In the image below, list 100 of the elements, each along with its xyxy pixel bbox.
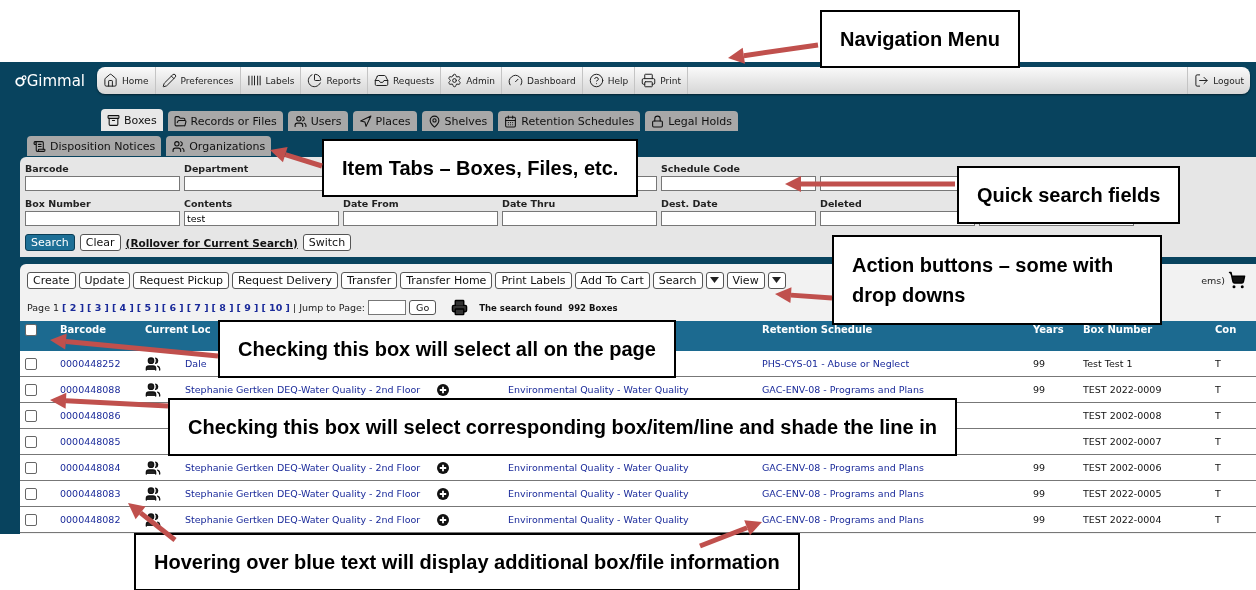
location-link[interactable]: Stephanie Gertken DEQ-Water Quality - 2nd Floor <box>185 462 421 473</box>
department-link[interactable]: Environmental Quality - Water Quality <box>508 384 689 395</box>
item-tab[interactable]: Disposition Notices <box>27 136 162 156</box>
select-all-checkbox[interactable] <box>25 324 37 336</box>
row-checkbox[interactable] <box>25 383 37 396</box>
item-tab[interactable]: Shelves <box>421 111 494 131</box>
action-button[interactable]: Transfer <box>340 271 398 289</box>
dropdown-button[interactable] <box>767 271 786 289</box>
item-tab[interactable]: Records or Files <box>167 111 283 131</box>
retention-link[interactable]: GAC-ENV-08 - Programs and Plans <box>762 514 924 525</box>
department-link[interactable]: Environmental Quality - Water Quality <box>508 514 689 525</box>
action-button[interactable]: Update <box>78 271 131 289</box>
page-link[interactable]: [ 9 ] <box>236 302 259 313</box>
barcode-link[interactable]: 0000448252 <box>60 358 121 369</box>
row-checkbox[interactable] <box>25 357 37 370</box>
table-cell-text: T <box>1215 488 1221 499</box>
column-header: Con <box>1215 324 1237 335</box>
retention-link[interactable]: GAC-ENV-08 - Programs and Plans <box>762 462 924 473</box>
logout-button[interactable]: Logout <box>1187 67 1250 94</box>
page-link[interactable]: [ 10 ] <box>261 302 290 313</box>
action-button[interactable]: Add To Cart <box>574 271 650 289</box>
department-link[interactable]: Environmental Quality - Water Quality <box>508 488 689 499</box>
search-field[interactable] <box>25 176 180 191</box>
retention-link[interactable]: PHS-CYS-01 - Abuse or Neglect <box>762 358 910 369</box>
annotation-tooltip: Checking this box will select all on the page <box>218 320 676 378</box>
row-checkbox[interactable] <box>25 513 37 526</box>
page-link[interactable]: [ 6 ] <box>161 302 184 313</box>
item-tab[interactable]: Retention Schedules <box>498 111 641 131</box>
pointer-arrow <box>270 147 323 169</box>
barcode-link[interactable]: 0000448085 <box>60 436 121 447</box>
plus-circle-icon <box>437 461 449 474</box>
row-checkbox[interactable] <box>25 409 37 422</box>
nav-item[interactable]: Print <box>635 67 688 94</box>
item-tab[interactable]: Boxes <box>101 109 163 131</box>
location-link[interactable]: Stephanie Gertken DEQ-Water Quality - 2nd Floor <box>185 514 421 525</box>
retention-link[interactable]: GAC-ENV-08 - Programs and Plans <box>762 384 924 395</box>
action-button[interactable]: Search <box>652 271 703 289</box>
annotation-tooltip: Navigation Menu <box>820 10 1020 68</box>
row-checkbox[interactable] <box>25 461 37 474</box>
retention-link[interactable]: GAC-ENV-08 - Programs and Plans <box>762 488 924 499</box>
barcode-link[interactable]: 0000448086 <box>60 410 121 421</box>
location-link[interactable]: Stephanie Gertken DEQ-Water Quality - 2nd Floor <box>185 384 421 395</box>
barcode-link[interactable]: 0000448088 <box>60 384 121 395</box>
rollover-link[interactable]: (Rollover for Current Search) <box>125 236 298 249</box>
action-button[interactable]: View <box>726 271 765 289</box>
action-button[interactable]: Print Labels <box>495 271 572 289</box>
help-icon <box>588 73 604 88</box>
page-link[interactable]: [ 7 ] <box>186 302 209 313</box>
table-cell-text: T <box>1215 514 1221 525</box>
caret-icon <box>772 277 782 283</box>
nav-item[interactable]: Dashboard <box>501 67 583 94</box>
nav-item[interactable]: Reports <box>301 67 368 94</box>
caret-icon <box>710 277 720 283</box>
dropdown-button[interactable] <box>705 271 724 289</box>
search-field[interactable] <box>25 211 180 226</box>
page-link[interactable]: [ 5 ] <box>136 302 159 313</box>
switch-button[interactable]: Switch <box>302 234 352 251</box>
search-field[interactable] <box>661 211 816 226</box>
search-field[interactable]: test <box>184 211 339 226</box>
logout-icon <box>1194 73 1210 88</box>
barcode-link[interactable]: 0000448082 <box>60 514 121 525</box>
department-link[interactable]: Environmental Quality - Water Quality <box>508 462 689 473</box>
go-button[interactable]: Go <box>409 300 437 315</box>
location-link[interactable]: Dale <box>185 358 207 369</box>
item-tab[interactable]: Places <box>352 111 417 131</box>
item-tab[interactable]: Legal Holds <box>645 111 738 131</box>
search-field[interactable] <box>661 176 816 191</box>
printer-icon[interactable] <box>451 299 469 316</box>
barcode-link[interactable]: 0000448084 <box>60 462 121 473</box>
item-tab[interactable]: Organizations <box>166 136 272 156</box>
page-link[interactable]: [ 2 ] <box>62 302 84 313</box>
field-label: Date Thru <box>502 197 556 211</box>
nav-item[interactable]: Labels <box>240 67 302 94</box>
nav-item[interactable]: Help <box>582 67 636 94</box>
location-link[interactable]: Stephanie Gertken DEQ-Water Quality - 2nd Floor <box>185 488 421 499</box>
nav-item[interactable]: Requests <box>368 67 442 94</box>
row-checkbox[interactable] <box>25 435 37 448</box>
search-field[interactable] <box>502 211 657 226</box>
page-link[interactable]: [ 8 ] <box>211 302 234 313</box>
item-tab[interactable]: Users <box>287 111 348 131</box>
nav-item[interactable]: Home <box>97 67 156 94</box>
barcode-link[interactable]: 0000448083 <box>60 488 121 499</box>
years-text: 99 <box>1033 514 1046 525</box>
column-header: Box Number <box>1083 324 1153 335</box>
search-field[interactable] <box>343 211 498 226</box>
users-icon <box>145 485 161 502</box>
nav-item[interactable]: Admin <box>441 67 502 94</box>
action-button[interactable]: Request Pickup <box>133 271 230 289</box>
action-button[interactable]: Create <box>27 271 76 289</box>
clear-button[interactable]: Clear <box>79 234 121 251</box>
page-link[interactable]: [ 4 ] <box>111 302 134 313</box>
search-button[interactable]: Search <box>25 234 75 251</box>
page-link[interactable]: [ 3 ] <box>87 302 109 313</box>
jump-field[interactable] <box>368 300 407 315</box>
cart-icon[interactable] <box>1228 271 1246 289</box>
row-checkbox[interactable] <box>25 487 37 500</box>
action-button[interactable]: Transfer Home <box>400 271 493 289</box>
table-cell-text: T <box>1215 436 1221 447</box>
nav-item[interactable]: Preferences <box>155 67 241 94</box>
action-button[interactable]: Request Delivery <box>232 271 338 289</box>
